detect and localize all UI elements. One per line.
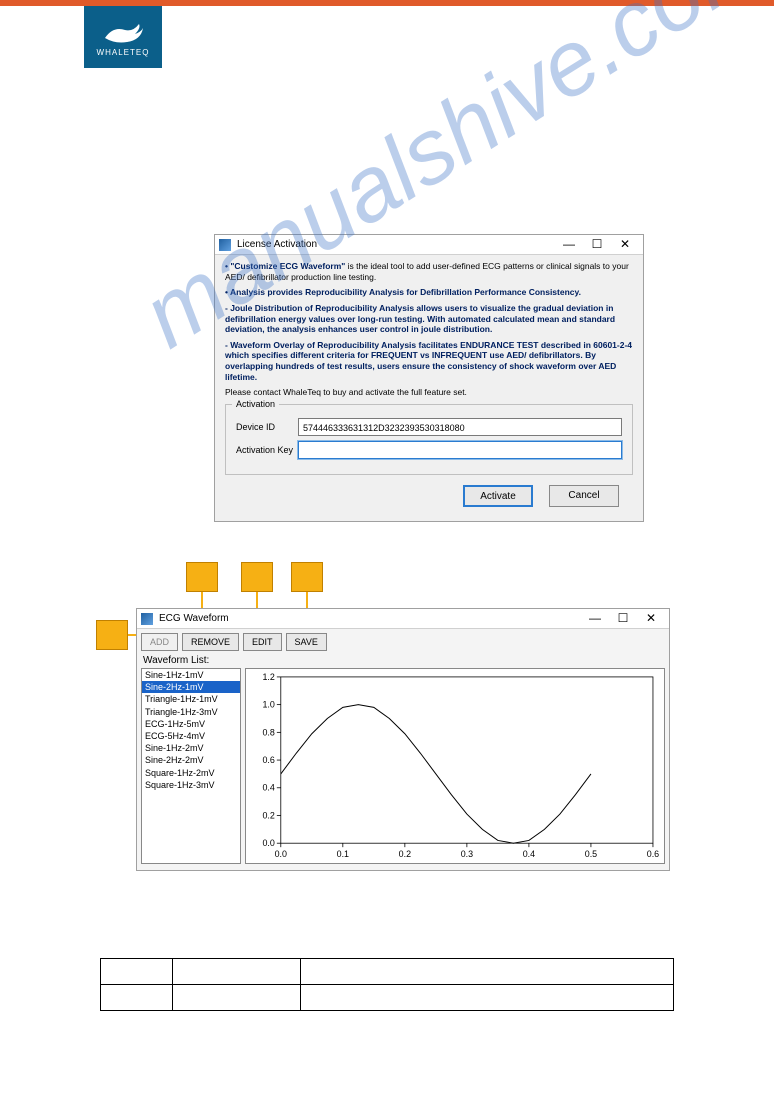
license-para-5: Please contact WhaleTeq to buy and activ… — [225, 387, 633, 398]
activation-key-field[interactable] — [298, 441, 622, 459]
list-item[interactable]: Square-1Hz-2mV — [142, 767, 240, 779]
cancel-button[interactable]: Cancel — [549, 485, 619, 507]
svg-text:0.3: 0.3 — [461, 849, 473, 859]
minimize-button[interactable]: — — [581, 610, 609, 628]
svg-text:1.2: 1.2 — [262, 672, 274, 682]
close-button[interactable]: ✕ — [637, 610, 665, 628]
ecg-waveform-window: ECG Waveform — ☐ ✕ ADD REMOVE EDIT SAVE … — [136, 608, 670, 871]
callout-save — [291, 562, 323, 592]
chart-svg: 0.0 0.1 0.2 0.3 0.4 0.5 0.6 0.0 0.2 0.4 0.6 0.8 1.0 1… — [246, 669, 664, 863]
callout-add — [96, 620, 128, 650]
svg-text:0.6: 0.6 — [647, 849, 659, 859]
waveform-listbox[interactable]: Sine-1Hz-1mVSine-2Hz-1mVTriangle-1Hz-1mV… — [141, 668, 241, 864]
list-item[interactable]: Sine-1Hz-1mV — [142, 669, 240, 681]
list-item[interactable]: ECG-5Hz-4mV — [142, 730, 240, 742]
callout-edit — [241, 562, 273, 592]
whale-icon — [103, 18, 143, 46]
device-id-field[interactable]: 574446333631312D3232393530318080 — [298, 418, 622, 436]
activate-button[interactable]: Activate — [463, 485, 533, 507]
ecg-window-title: ECG Waveform — [159, 613, 581, 624]
app-icon — [219, 239, 231, 251]
save-button[interactable]: SAVE — [286, 633, 327, 651]
dialog-title: License Activation — [237, 239, 555, 250]
list-item[interactable]: Triangle-1Hz-1mV — [142, 693, 240, 705]
whaleteq-logo: WHALETEQ — [84, 6, 162, 68]
ecg-titlebar: ECG Waveform — ☐ ✕ — [137, 609, 669, 629]
list-item[interactable]: Sine-2Hz-1mV — [142, 681, 240, 693]
logo-text: WHALETEQ — [97, 48, 150, 57]
license-para-3: - Joule Distribution of Reproducibility … — [225, 303, 633, 335]
app-icon — [141, 613, 153, 625]
dialog-titlebar: License Activation — ☐ ✕ — [215, 235, 643, 255]
license-para-2: • Analysis provides Reproducibility Anal… — [225, 287, 633, 298]
svg-text:0.4: 0.4 — [523, 849, 535, 859]
license-para-1: • "Customize ECG Waveform" is the ideal … — [225, 261, 633, 282]
svg-text:0.2: 0.2 — [262, 810, 274, 820]
maximize-button[interactable]: ☐ — [583, 236, 611, 254]
waveform-chart: 0.0 0.1 0.2 0.3 0.4 0.5 0.6 0.0 0.2 0.4 0.6 0.8 1.0 1… — [245, 668, 665, 864]
list-item[interactable]: Triangle-1Hz-3mV — [142, 706, 240, 718]
license-para-4: - Waveform Overlay of Reproducibility An… — [225, 340, 633, 383]
activation-legend: Activation — [232, 399, 279, 409]
ecg-toolbar: ADD REMOVE EDIT SAVE — [137, 629, 669, 653]
bottom-table — [100, 958, 674, 1011]
minimize-button[interactable]: — — [555, 236, 583, 254]
maximize-button[interactable]: ☐ — [609, 610, 637, 628]
svg-text:1.0: 1.0 — [262, 700, 274, 710]
svg-text:0.5: 0.5 — [585, 849, 597, 859]
svg-text:0.2: 0.2 — [399, 849, 411, 859]
add-button[interactable]: ADD — [141, 633, 178, 651]
waveform-list-label: Waveform List: — [137, 653, 669, 668]
svg-text:0.0: 0.0 — [275, 849, 287, 859]
device-id-label: Device ID — [236, 422, 298, 432]
close-button[interactable]: ✕ — [611, 236, 639, 254]
svg-text:0.8: 0.8 — [262, 727, 274, 737]
list-item[interactable]: ECG-1Hz-5mV — [142, 718, 240, 730]
remove-button[interactable]: REMOVE — [182, 633, 239, 651]
list-item[interactable]: Sine-2Hz-2mV — [142, 754, 240, 766]
table-row — [101, 959, 674, 985]
callout-remove — [186, 562, 218, 592]
activation-key-label: Activation Key — [236, 445, 298, 455]
license-activation-dialog: License Activation — ☐ ✕ • "Customize EC… — [214, 234, 644, 522]
table-row — [101, 985, 674, 1011]
svg-text:0.0: 0.0 — [262, 838, 274, 848]
activation-group: Activation Device ID 574446333631312D323… — [225, 404, 633, 475]
list-item[interactable]: Square-1Hz-3mV — [142, 779, 240, 791]
svg-text:0.1: 0.1 — [337, 849, 349, 859]
list-item[interactable]: Sine-1Hz-2mV — [142, 742, 240, 754]
edit-button[interactable]: EDIT — [243, 633, 282, 651]
svg-text:0.6: 0.6 — [262, 755, 274, 765]
svg-text:0.4: 0.4 — [262, 783, 274, 793]
